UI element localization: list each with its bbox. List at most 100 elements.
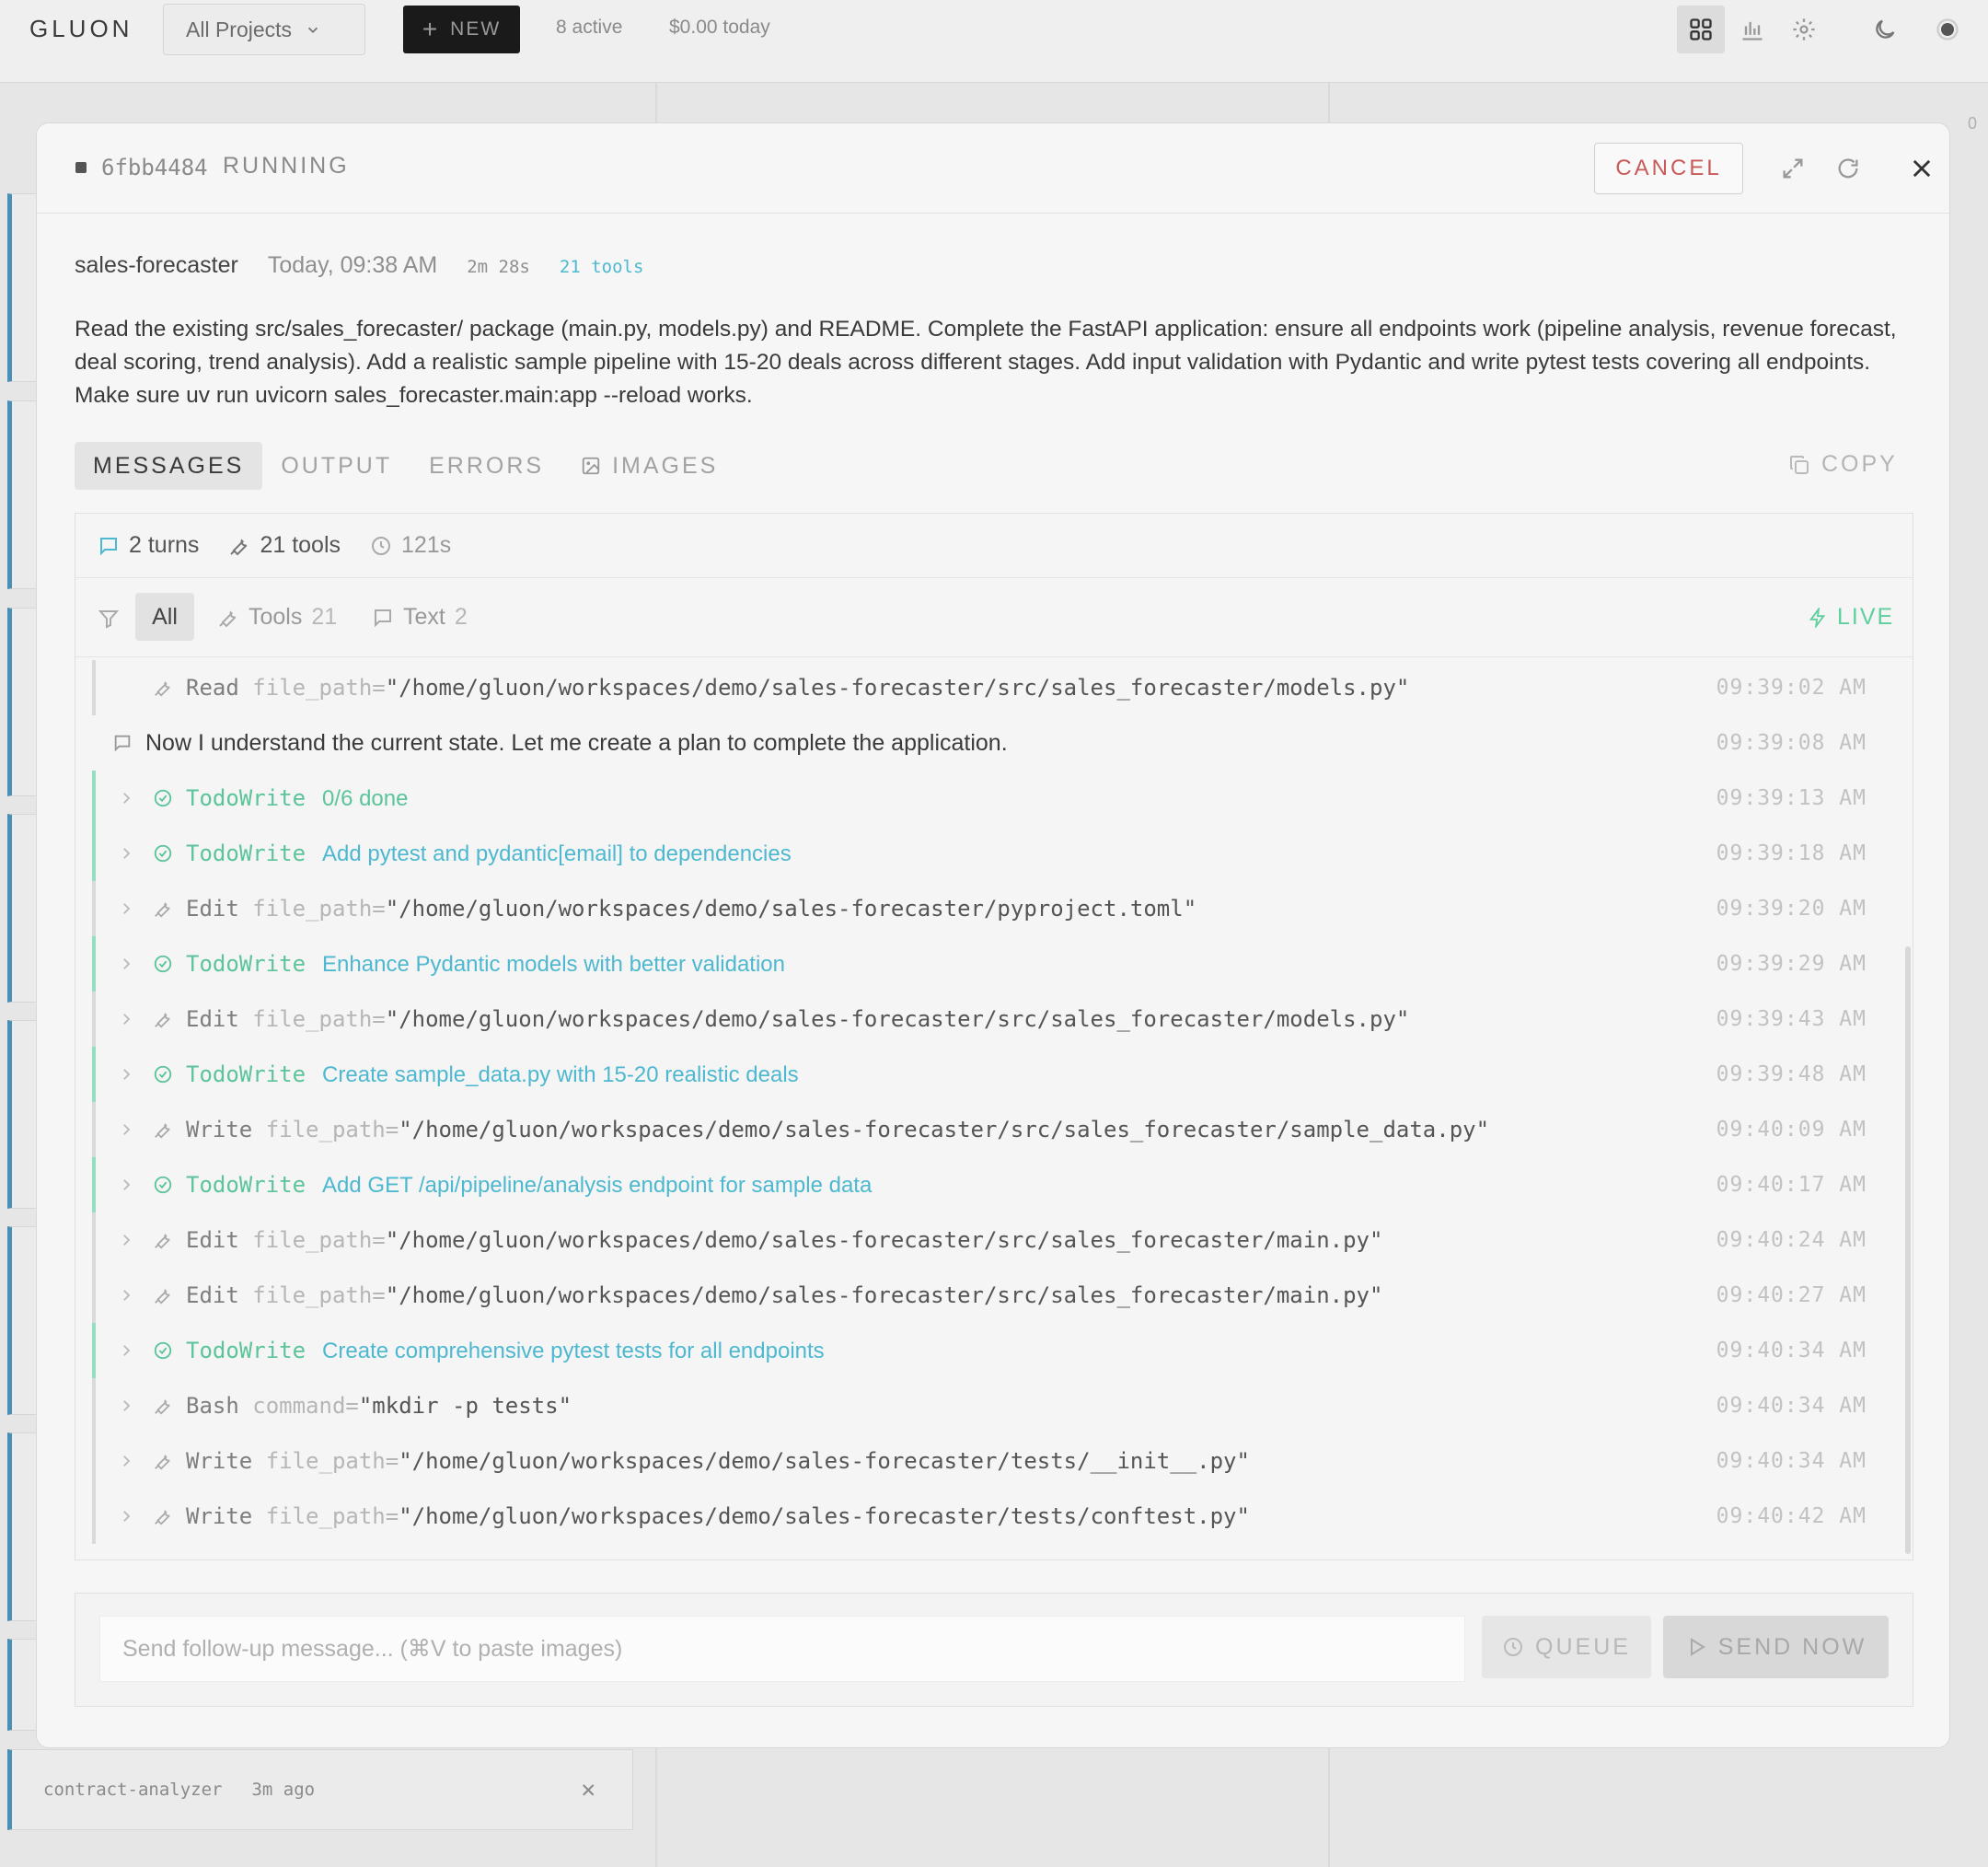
wrench-icon — [155, 1123, 170, 1139]
log-tool-row[interactable]: TodoWrite 0/6 done 09:39:13 AM — [75, 771, 1907, 826]
stats-view-button[interactable] — [1728, 6, 1776, 53]
filter-tools[interactable]: Tools 21 — [217, 604, 337, 631]
tab-label: MESSAGES — [93, 452, 245, 479]
tools-badge: 21 tools — [559, 257, 644, 277]
filter-text[interactable]: Text 2 — [372, 604, 468, 631]
log-tool-row[interactable]: Write file_path="/home/gluon/workspaces/… — [75, 1489, 1907, 1544]
chat-icon — [100, 537, 117, 555]
log-arg-key: file_path= — [252, 1227, 386, 1253]
task-prompt: Read the existing src/sales_forecaster/ … — [75, 317, 1897, 408]
status-button[interactable] — [1924, 6, 1971, 53]
expand-icon — [1783, 158, 1803, 179]
cancel-button[interactable]: CANCEL — [1594, 143, 1743, 194]
elapsed-time: 121s — [401, 532, 452, 558]
wrench-icon — [155, 902, 170, 918]
log-arg-value: "/home/gluon/workspaces/demo/sales-forec… — [385, 1227, 1383, 1253]
filter-icon — [98, 610, 120, 629]
log-tool-row[interactable]: Edit file_path="/home/gluon/workspaces/d… — [75, 1268, 1907, 1323]
log-tool-entry: Write file_path="/home/gluon/workspaces/… — [186, 1503, 1250, 1529]
tab-output[interactable]: OUTPUT — [262, 442, 410, 490]
log-tool-row[interactable]: Edit file_path="/home/gluon/workspaces/d… — [75, 991, 1907, 1047]
chat-icon — [114, 735, 131, 752]
log-tool-row[interactable]: TodoWrite Enhance Pydantic models with be… — [75, 936, 1907, 991]
log-tool-name: TodoWrite — [186, 840, 306, 866]
log-tool-entry: Write file_path="/home/gluon/workspaces/… — [186, 1448, 1250, 1474]
log-rail — [92, 1212, 96, 1268]
log-scrollbar[interactable] — [1905, 946, 1911, 1554]
tab-messages[interactable]: MESSAGES — [75, 442, 263, 490]
log-rail — [92, 826, 96, 881]
log-tool-row[interactable]: TodoWrite Create sample_data.py with 15-2… — [75, 1047, 1907, 1102]
log-arg-key: file_path= — [265, 1503, 399, 1529]
filter-text-count: 2 — [454, 604, 468, 630]
log-tool-name: Edit — [186, 896, 239, 922]
log-tool-name: TodoWrite — [186, 950, 306, 977]
turns-stat: 2 turns — [98, 532, 199, 559]
grid-icon — [1690, 18, 1712, 41]
close-button[interactable] — [1904, 151, 1939, 186]
log-tool-entry: Edit file_path="/home/gluon/workspaces/d… — [186, 1006, 1409, 1032]
log-tool-name: Bash — [186, 1393, 239, 1419]
log-tool-row[interactable]: Edit file_path="/home/gluon/workspaces/d… — [75, 881, 1907, 936]
expand-button[interactable] — [1775, 151, 1810, 186]
log-arg-key: file_path= — [252, 896, 386, 922]
wrench-icon — [155, 1399, 170, 1415]
tab-errors[interactable]: ERRORS — [410, 442, 562, 490]
new-task-label: NEW — [450, 18, 502, 40]
queue-label: QUEUE — [1535, 1633, 1631, 1660]
log-tool-row[interactable]: Edit file_path="/home/gluon/workspaces/d… — [75, 1212, 1907, 1268]
send-now-button[interactable]: SEND NOW — [1663, 1616, 1889, 1678]
log-todo-text: Create sample_data.py with 15-20 realist… — [322, 1061, 799, 1087]
live-indicator[interactable]: LIVE — [1808, 604, 1894, 631]
log-arg-value: "/home/gluon/workspaces/demo/sales-forec… — [399, 1117, 1490, 1142]
log-tool-row[interactable]: Read file_path="/home/gluon/workspaces/d… — [75, 660, 1907, 715]
task-detail-modal: 6fbb4484 RUNNING CANCEL sales-forecaster… — [36, 122, 1950, 1748]
board-view-button[interactable] — [1677, 6, 1725, 53]
log-tool-row[interactable]: TodoWrite Add GET /api/pipeline/analysis … — [75, 1157, 1907, 1212]
tab-images[interactable]: IMAGES — [562, 442, 736, 490]
queue-button[interactable]: QUEUE — [1482, 1616, 1651, 1678]
top-bar: GLUON All Projects + NEW 8 active $0.00 … — [0, 0, 1988, 83]
log-timestamp: 09:40:34 AM — [1716, 1449, 1867, 1473]
chevron-right-icon — [123, 1511, 131, 1522]
log-tool-entry: Write file_path="/home/gluon/workspaces/… — [186, 1117, 1489, 1142]
refresh-button[interactable] — [1831, 151, 1866, 186]
gear-icon — [1793, 18, 1815, 41]
task-meta: sales-forecaster Today, 09:38 AM 2m 28s … — [75, 252, 643, 279]
filter-all[interactable]: All — [135, 593, 194, 641]
log-tool-name: Write — [186, 1503, 253, 1529]
theme-toggle-button[interactable] — [1861, 6, 1909, 53]
play-icon — [1690, 1638, 1705, 1656]
log-tool-name: Read — [186, 675, 239, 701]
log-rail — [92, 1489, 96, 1544]
settings-button[interactable] — [1780, 6, 1828, 53]
new-task-button[interactable]: + NEW — [403, 6, 520, 53]
log-tool-row[interactable]: Write file_path="/home/gluon/workspaces/… — [75, 1433, 1907, 1489]
log-rail — [92, 1378, 96, 1433]
task-card-contract-analyzer[interactable]: contract-analyzer 3m ago ✕ — [7, 1749, 633, 1830]
log-todo-text: Create comprehensive pytest tests for al… — [322, 1338, 825, 1363]
log-timestamp: 09:39:02 AM — [1716, 676, 1867, 700]
close-icon — [1913, 159, 1931, 178]
copy-button[interactable]: COPY — [1788, 451, 1898, 478]
log-arg-value: "/home/gluon/workspaces/demo/sales-forec… — [399, 1503, 1250, 1529]
log-tool-row[interactable]: Bash command="mkdir -p tests" 09:40:34 AM — [75, 1378, 1907, 1433]
log-message-text: Now I understand the current state. Let … — [145, 729, 1008, 756]
log-tool-row[interactable]: Write file_path="/home/gluon/workspaces/… — [75, 1102, 1907, 1157]
log-todo-entry: TodoWrite Create sample_data.py with 15-2… — [186, 1061, 799, 1088]
bar-chart-icon — [1742, 21, 1763, 41]
log-todo-entry: TodoWrite Enhance Pydantic models with be… — [186, 951, 785, 978]
close-icon[interactable]: ✕ — [581, 1776, 595, 1803]
log-tool-row[interactable]: TodoWrite Add pytest and pydantic[email] … — [75, 826, 1907, 881]
log-timestamp: 09:40:24 AM — [1716, 1228, 1867, 1252]
log-timestamp: 09:39:08 AM — [1716, 731, 1867, 755]
follow-up-input[interactable]: Send follow-up message... (⌘V to paste i… — [99, 1616, 1465, 1682]
log-message-row: Now I understand the current state. Let … — [75, 715, 1907, 771]
log-tool-row[interactable]: TodoWrite Create comprehensive pytest tes… — [75, 1323, 1907, 1378]
cost-today: $0.00 today — [669, 17, 770, 38]
log-timestamp: 09:39:29 AM — [1716, 952, 1867, 976]
chevron-right-icon — [123, 793, 131, 804]
project-select[interactable]: All Projects — [163, 4, 365, 55]
log-rail — [92, 1433, 96, 1489]
log-filters: All Tools 21 Text 2 LIVE — [75, 578, 1913, 657]
